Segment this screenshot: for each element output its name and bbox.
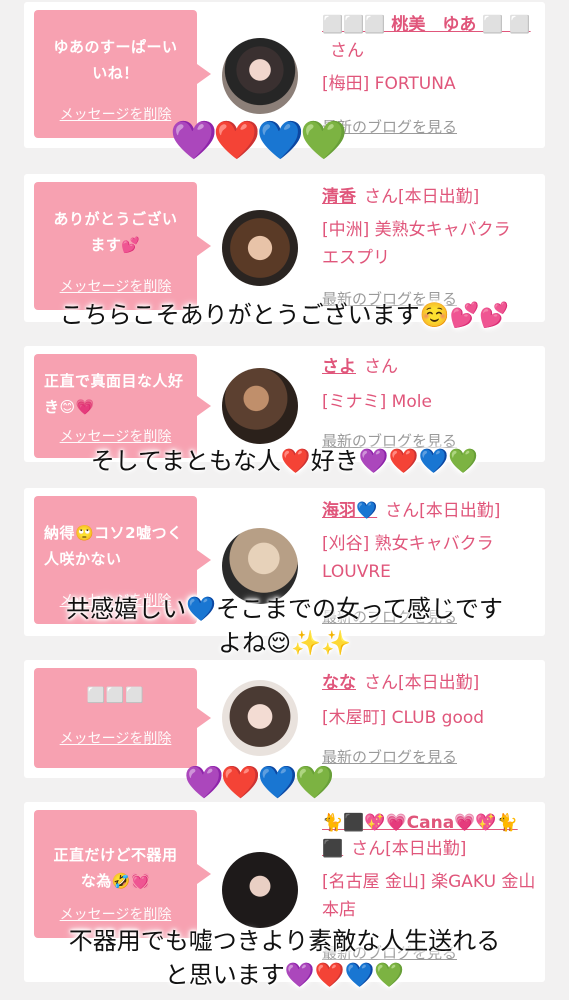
avatar[interactable]	[222, 852, 298, 928]
avatar[interactable]	[222, 210, 298, 286]
shop-link[interactable]: [中洲] 美熟女キャバクラ エスプリ	[322, 216, 522, 272]
shop-link[interactable]: [刈谷] 熟女キャバクラ LOUVRE	[322, 530, 532, 586]
honorific: さん	[385, 501, 420, 521]
honorific: さん	[364, 187, 398, 207]
honorific: さん	[364, 673, 398, 693]
cast-name-link[interactable]: さよ	[322, 357, 356, 377]
message-text: 正直だけど不器用な為🤣💓	[53, 846, 178, 890]
message-text: ありがとうございます💕	[53, 210, 178, 254]
message-text: ゆあのすーぱーいいね！	[53, 38, 178, 82]
delete-message-link[interactable]: メッセージを削除	[34, 426, 197, 446]
caption-text: こちらこそありがとうございます☺️💕💕	[59, 301, 510, 329]
shop-link[interactable]: [木屋町] CLUB good	[322, 704, 537, 732]
message-text: 正直で真面目な人好き😊💗	[44, 372, 184, 416]
caption-text: よね😌✨✨	[218, 629, 351, 657]
cast-name-link[interactable]: 🐈⬛💖💗Cana💗💖🐈⬛ さん[本日出勤]	[322, 810, 537, 862]
message-text: ⬜⬜⬜	[86, 686, 145, 704]
delete-message-link[interactable]: メッセージを削除	[34, 728, 197, 748]
message-bubble: 正直だけど不器用な為🤣💓 メッセージを削除	[34, 810, 211, 938]
shop-link[interactable]: [梅田] FORTUNA	[322, 70, 537, 98]
cast-name-link[interactable]: なな	[322, 673, 356, 693]
delete-message-link[interactable]: メッセージを削除	[34, 276, 197, 296]
blog-link[interactable]: 最新のブログを見る	[322, 746, 457, 767]
status-text: [本日出勤]	[419, 501, 501, 521]
honorific: さん	[351, 839, 386, 859]
shop-link[interactable]: [名古屋 金山] 楽GAKU 金山本店	[322, 868, 537, 924]
caption-text: と思います💜❤️💙💚	[164, 961, 405, 989]
message-card: ⬜⬜⬜ メッセージを削除 なな さん[本日出勤] [木屋町] CLUB good …	[24, 660, 545, 778]
cast-name-link[interactable]: 清香	[322, 187, 356, 207]
cast-name-link[interactable]: ⬜⬜⬜ 桃美 ゆあ ⬜ ⬜	[322, 15, 531, 35]
message-bubble: 正直で真面目な人好き😊💗 メッセージを削除	[34, 354, 211, 458]
status-text: [本日出勤]	[398, 187, 480, 207]
honorific: さん	[330, 41, 364, 61]
status-text: [本日出勤]	[398, 673, 480, 693]
avatar[interactable]	[222, 38, 298, 114]
caption-text: 共感嬉しい💙そこまでの女って感じです	[66, 595, 503, 623]
status-text: [本日出勤]	[385, 839, 467, 859]
cast-name-link[interactable]: 海羽💙	[322, 501, 377, 521]
hearts-sticker: 💜❤️💙💚	[184, 763, 334, 801]
caption-text: そしてまともな人❤️好き💜❤️💙💚	[90, 447, 479, 475]
message-bubble: ⬜⬜⬜ メッセージを削除	[34, 668, 211, 768]
delete-message-link[interactable]: メッセージを削除	[34, 904, 197, 924]
avatar[interactable]	[222, 680, 298, 756]
shop-link[interactable]: [ミナミ] Mole	[322, 388, 537, 416]
avatar[interactable]	[222, 368, 298, 444]
honorific: さん	[364, 357, 398, 377]
message-bubble: ありがとうございます💕 メッセージを削除	[34, 182, 211, 310]
message-text: 納得🙄コソ2嘘つく人咲かない	[44, 524, 183, 568]
hearts-sticker: 💜❤️💙💚	[170, 118, 347, 162]
caption-text: 不器用でも嘘つきより素敵な人生送れる	[68, 927, 501, 955]
